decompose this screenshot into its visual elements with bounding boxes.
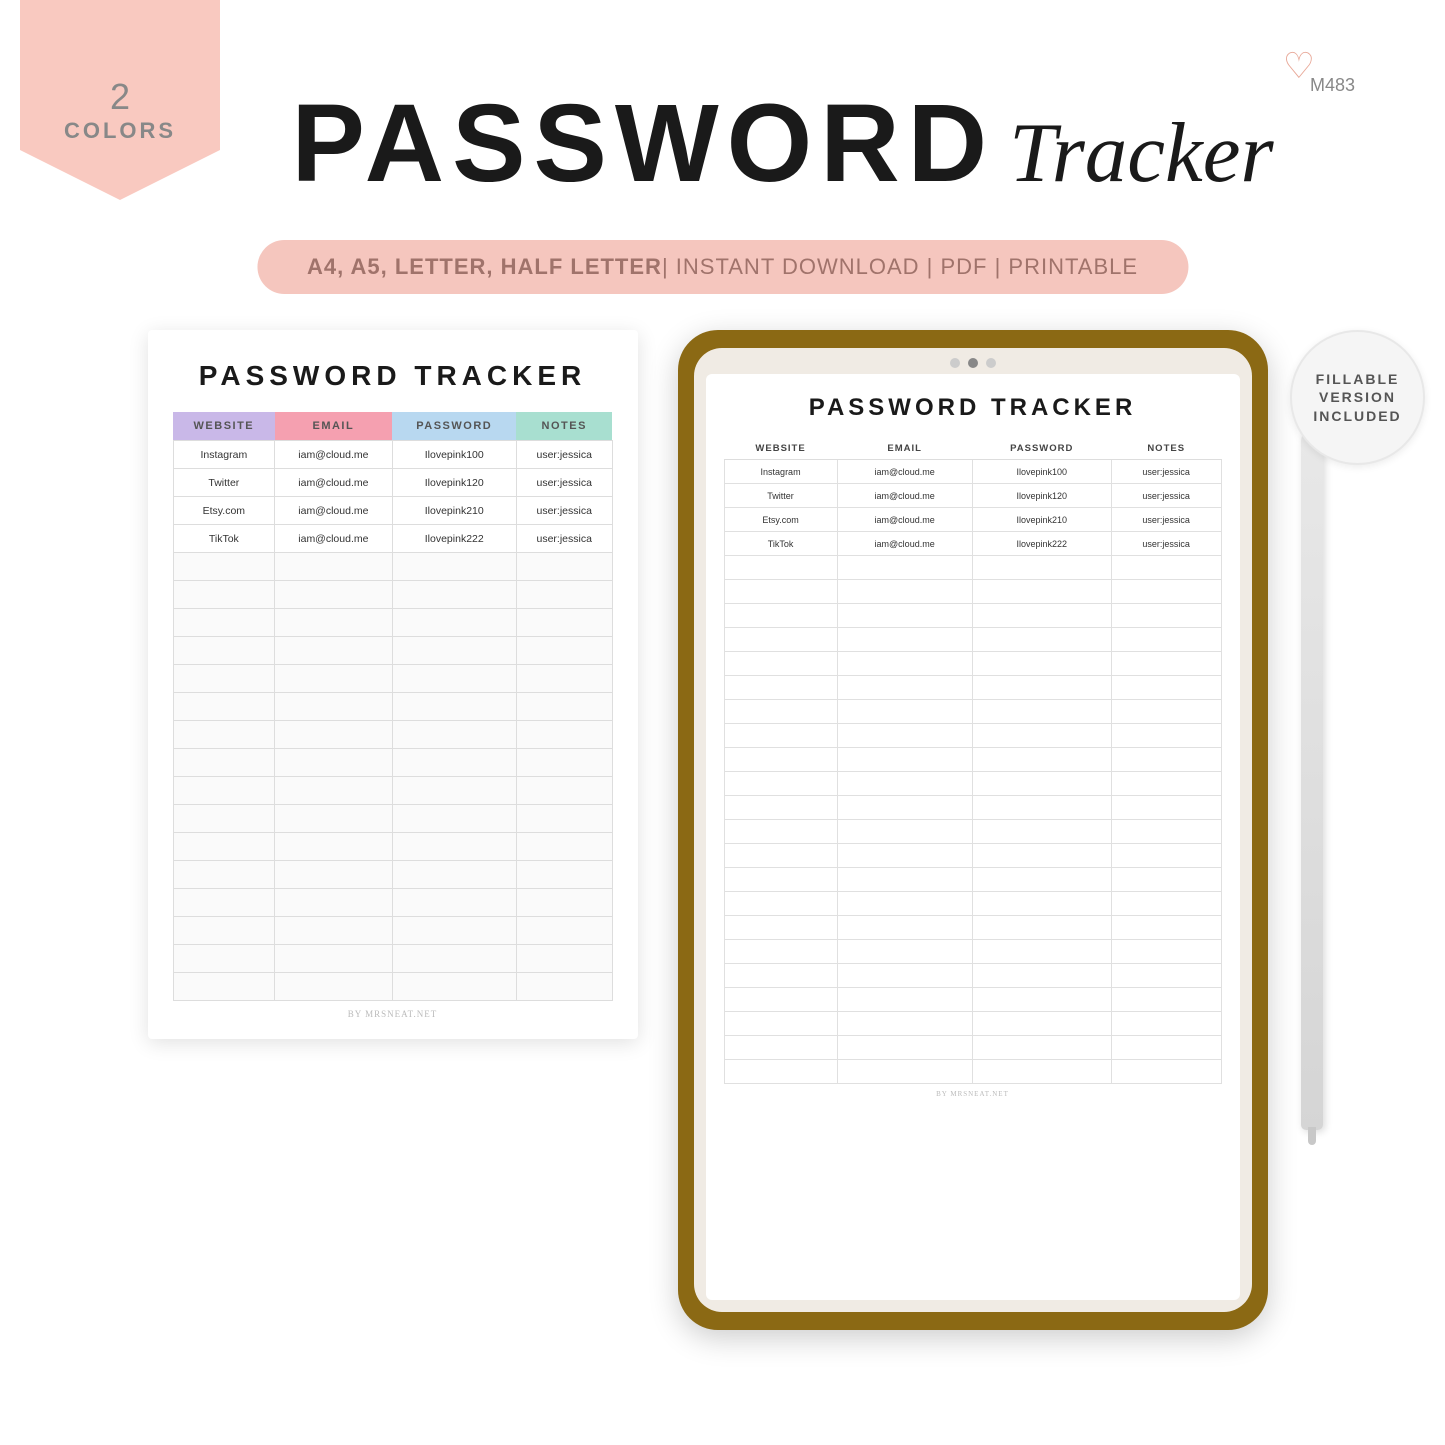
table-row: Instagramiam@cloud.meIlovepink100user:je… <box>724 460 1221 484</box>
fillable-line1: FILLABLE <box>1316 370 1400 388</box>
table-row <box>724 892 1221 916</box>
tablet-col-notes: NOTES <box>1111 438 1221 460</box>
table-row <box>173 721 612 749</box>
table-row <box>724 796 1221 820</box>
tablet-dot-3 <box>986 358 996 368</box>
table-row <box>724 844 1221 868</box>
table-row <box>724 964 1221 988</box>
table-row <box>173 777 612 805</box>
tablet-device: PASSWORD TRACKER WEBSITE EMAIL PASSWORD … <box>678 330 1268 1330</box>
table-row <box>724 604 1221 628</box>
table-row <box>724 652 1221 676</box>
table-row <box>724 988 1221 1012</box>
paper-doc-footer: BY MRSNEAT.NET <box>173 1009 613 1019</box>
table-row <box>173 861 612 889</box>
tablet-doc-footer: BY MRSNEAT.NET <box>724 1090 1222 1098</box>
tablet-doc-title: PASSWORD TRACKER <box>724 394 1222 422</box>
fillable-badge: FILLABLE VERSION INCLUDED <box>1290 330 1425 465</box>
table-row: Instagramiam@cloud.meIlovepink100user:je… <box>173 441 612 469</box>
tablet-tracker-table: WEBSITE EMAIL PASSWORD NOTES Instagramia… <box>724 438 1222 1084</box>
table-row <box>173 553 612 581</box>
table-row <box>173 665 612 693</box>
table-row <box>724 628 1221 652</box>
content-area: PASSWORD TRACKER WEBSITE EMAIL PASSWORD … <box>30 330 1415 1425</box>
table-row <box>724 1012 1221 1036</box>
table-row <box>173 749 612 777</box>
title-area: PASSWORD Tracker <box>200 80 1365 207</box>
banner-number: 2 <box>110 76 130 118</box>
fillable-line3: INCLUDED <box>1313 407 1401 425</box>
tablet-container: PASSWORD TRACKER WEBSITE EMAIL PASSWORD … <box>678 330 1298 1330</box>
subtitle-pill: A4, A5, LETTER, HALF LETTER| INSTANT DOW… <box>257 240 1188 294</box>
tablet-col-email: EMAIL <box>837 438 972 460</box>
table-row: Twitteriam@cloud.meIlovepink120user:jess… <box>724 484 1221 508</box>
paper-doc-title: PASSWORD TRACKER <box>173 360 613 392</box>
table-row <box>724 940 1221 964</box>
table-row <box>724 868 1221 892</box>
table-row <box>724 772 1221 796</box>
col-email: EMAIL <box>275 412 392 441</box>
stylus <box>1301 430 1323 1130</box>
table-row <box>724 820 1221 844</box>
table-row <box>724 700 1221 724</box>
table-row <box>173 833 612 861</box>
title-tracker: Tracker <box>1009 106 1273 200</box>
tablet-col-password: PASSWORD <box>972 438 1111 460</box>
subtitle-bold: A4, A5, LETTER, HALF LETTER <box>307 254 662 279</box>
table-row <box>173 889 612 917</box>
table-row <box>724 556 1221 580</box>
tablet-screen: PASSWORD TRACKER WEBSITE EMAIL PASSWORD … <box>694 348 1252 1312</box>
table-row <box>173 945 612 973</box>
table-row <box>724 580 1221 604</box>
title-password: PASSWORD <box>291 82 995 205</box>
paper-document: PASSWORD TRACKER WEBSITE EMAIL PASSWORD … <box>148 330 638 1039</box>
table-row <box>724 676 1221 700</box>
tablet-content: PASSWORD TRACKER WEBSITE EMAIL PASSWORD … <box>706 374 1240 1300</box>
table-row: Etsy.comiam@cloud.meIlovepink210user:jes… <box>724 508 1221 532</box>
table-row: TikTokiam@cloud.meIlovepink222user:jessi… <box>173 525 612 553</box>
table-row <box>173 693 612 721</box>
col-website: WEBSITE <box>173 412 275 441</box>
tablet-col-website: WEBSITE <box>724 438 837 460</box>
table-row: Twitteriam@cloud.meIlovepink120user:jess… <box>173 469 612 497</box>
col-notes: NOTES <box>516 412 612 441</box>
tablet-dots <box>694 348 1252 374</box>
banner-label: COLORS <box>64 118 176 144</box>
subtitle-light: | INSTANT DOWNLOAD | PDF | PRINTABLE <box>662 254 1138 279</box>
table-row <box>173 609 612 637</box>
table-row <box>724 748 1221 772</box>
stylus-tip <box>1308 1127 1316 1145</box>
table-row <box>173 917 612 945</box>
table-row <box>173 581 612 609</box>
tablet-dot-1 <box>950 358 960 368</box>
table-row: Etsy.comiam@cloud.meIlovepink210user:jes… <box>173 497 612 525</box>
col-password: PASSWORD <box>392 412 516 441</box>
table-row <box>173 973 612 1001</box>
table-row <box>724 1060 1221 1084</box>
table-row <box>173 637 612 665</box>
table-row <box>724 916 1221 940</box>
paper-tracker-table: WEBSITE EMAIL PASSWORD NOTES Instagramia… <box>173 412 613 1001</box>
fillable-line2: VERSION <box>1319 388 1396 406</box>
tablet-dot-2 <box>968 358 978 368</box>
table-row <box>724 724 1221 748</box>
table-row: TikTokiam@cloud.meIlovepink222user:jessi… <box>724 532 1221 556</box>
banner-shape: 2 COLORS <box>20 0 220 200</box>
table-row <box>724 1036 1221 1060</box>
table-row <box>173 805 612 833</box>
